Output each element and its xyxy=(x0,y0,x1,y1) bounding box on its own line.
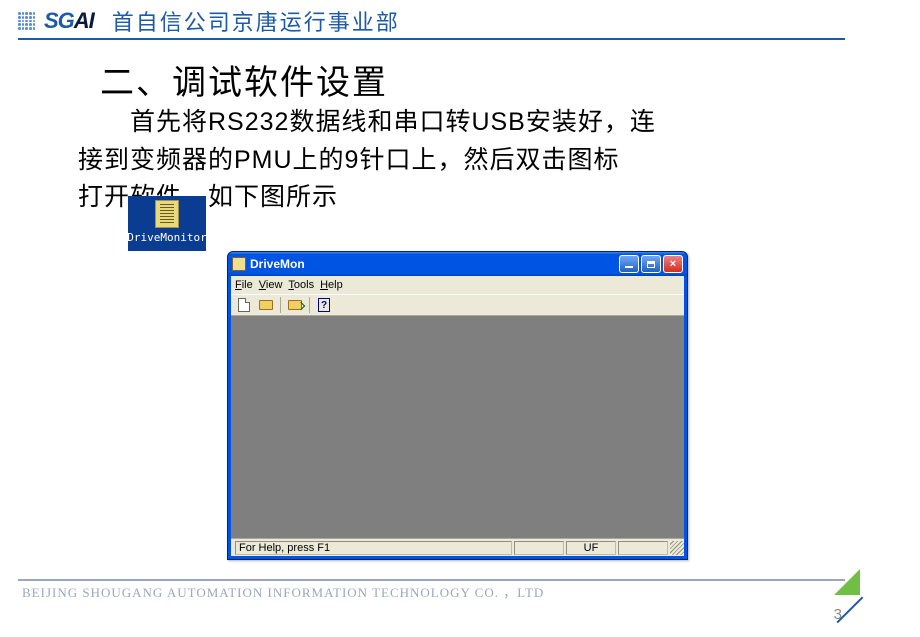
logo-dots-icon xyxy=(18,10,40,32)
header-divider xyxy=(18,38,845,40)
maximize-button[interactable] xyxy=(641,255,661,273)
desktop-shortcut[interactable]: DriveMonitor xyxy=(128,196,206,251)
footer-triangle-line xyxy=(834,569,860,595)
footer-text: BEIJING SHOUGANG AUTOMATION INFORMATION … xyxy=(22,582,544,601)
status-text: For Help, press F1 xyxy=(235,541,512,555)
toolbar-open-drive-button[interactable] xyxy=(285,296,305,314)
menu-file[interactable]: File xyxy=(235,279,253,291)
toolbar-separator xyxy=(280,297,281,313)
app-icon xyxy=(232,257,246,271)
new-file-icon xyxy=(238,298,250,312)
toolbar: ? xyxy=(231,294,684,316)
slide-header: SGAI 首自信公司京唐运行事业部 xyxy=(18,6,845,36)
title-bar[interactable]: DriveMon × xyxy=(228,252,687,276)
status-cell-uf: UF xyxy=(566,541,616,555)
toolbar-new-button[interactable] xyxy=(234,296,254,314)
resize-grip-icon[interactable] xyxy=(670,541,684,555)
folder-arrow-icon xyxy=(288,300,302,310)
drivemon-window: DriveMon × File View Tools Help ? xyxy=(227,251,688,560)
logo: SGAI xyxy=(18,8,94,34)
help-icon: ? xyxy=(318,298,330,312)
toolbar-help-button[interactable]: ? xyxy=(314,296,334,314)
menu-help[interactable]: Help xyxy=(320,279,343,291)
menu-tools[interactable]: Tools xyxy=(288,279,314,291)
menu-bar: File View Tools Help xyxy=(231,276,684,294)
folder-open-icon xyxy=(259,300,273,310)
status-cell-empty xyxy=(514,541,564,555)
desktop-shortcut-label: DriveMonitor xyxy=(127,231,206,244)
toolbar-separator xyxy=(309,297,310,313)
close-button[interactable]: × xyxy=(663,255,683,273)
menu-view[interactable]: View xyxy=(259,279,283,291)
minimize-button[interactable] xyxy=(619,255,639,273)
header-title: 首自信公司京唐运行事业部 xyxy=(112,5,400,37)
window-title: DriveMon xyxy=(250,257,619,271)
status-cell-empty2 xyxy=(618,541,668,555)
section-heading: 二、调试软件设置 xyxy=(100,55,388,104)
page-number: 3 xyxy=(834,606,842,623)
logo-text: SGAI xyxy=(44,8,94,34)
drivemonitor-file-icon xyxy=(155,200,179,228)
status-bar: For Help, press F1 UF xyxy=(231,538,684,556)
mdi-client-area xyxy=(231,316,684,538)
toolbar-open-button[interactable] xyxy=(256,296,276,314)
footer-divider xyxy=(18,579,845,581)
